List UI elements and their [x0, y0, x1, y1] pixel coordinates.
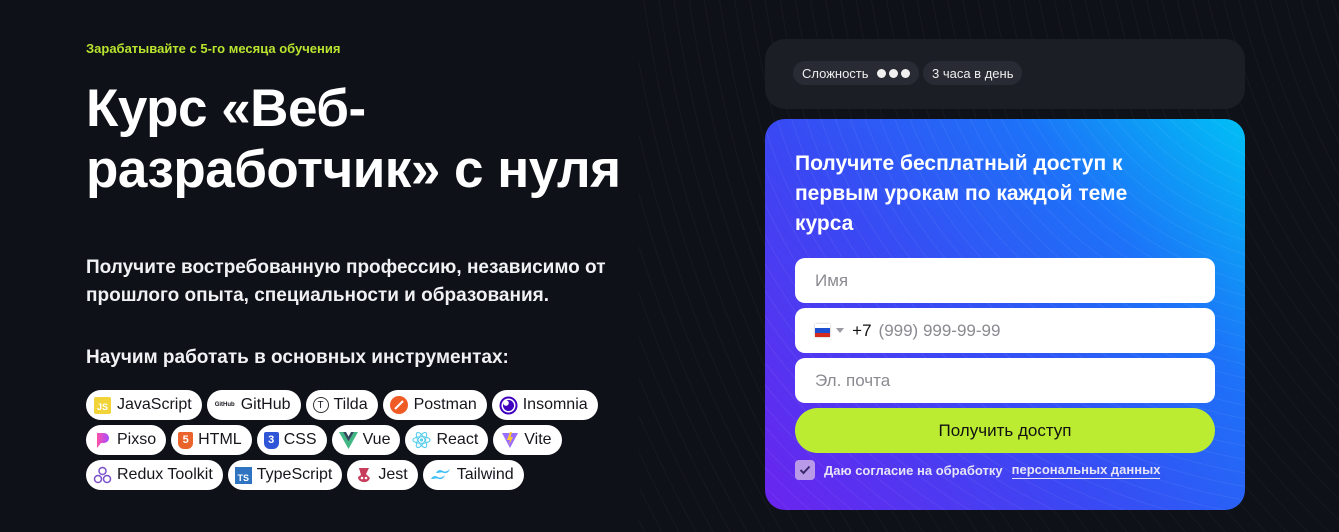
tool-chip-redux: Redux Toolkit — [86, 460, 223, 490]
react-icon — [412, 431, 432, 450]
tool-label: React — [436, 431, 479, 448]
tools-row: Pixso 5 HTML 3 CSS Vue React Vite — [86, 425, 646, 455]
schedule-label: 3 часа в день — [932, 65, 1014, 81]
svg-text:JS: JS — [97, 402, 108, 412]
tool-label: Tailwind — [456, 466, 514, 483]
difficulty-label: Сложность — [802, 65, 869, 81]
email-field[interactable] — [795, 358, 1215, 403]
jest-icon — [354, 466, 373, 485]
github-icon: GitHub — [214, 402, 235, 408]
tool-label: GitHub — [240, 396, 291, 413]
hero-lead: Получите востребованную профессию, незав… — [86, 257, 606, 306]
tool-chip-insomnia: Insomnia — [491, 390, 598, 420]
tool-label: Redux Toolkit — [117, 466, 213, 483]
form-title: Получите бесплатный доступ к первым урок… — [795, 152, 1128, 235]
email-input[interactable] — [815, 370, 1215, 391]
tool-label: TypeScript — [256, 466, 333, 483]
tool-chip-tailwind: Tailwind — [422, 460, 524, 490]
tool-label: JavaScript — [117, 396, 192, 413]
tool-chip-html: 5 HTML — [171, 425, 252, 455]
tools-list: JS JavaScript GitHub GitHub T Tilda Post… — [86, 390, 646, 495]
tool-label: Postman — [413, 396, 477, 413]
course-info-card: Сложность 3 часа в день — [765, 39, 1245, 109]
tool-chip-pixso: Pixso — [86, 425, 167, 455]
tools-title: Научим работать в основных инструментах: — [86, 347, 509, 368]
postman-icon — [390, 396, 409, 415]
difficulty-badge: Сложность — [793, 61, 919, 85]
pixso-icon — [93, 431, 112, 450]
tilda-icon: T — [312, 397, 329, 413]
redux-icon — [93, 466, 112, 485]
checkmark-icon — [799, 465, 811, 475]
tool-label: Tilda — [333, 396, 368, 413]
personal-data-link[interactable]: персональных данных — [1011, 462, 1161, 479]
tool-chip-jest: Jest — [347, 460, 418, 490]
tool-label: Jest — [378, 466, 408, 483]
schedule-badge: 3 часа в день — [923, 61, 1023, 85]
tool-label: Vue — [362, 431, 391, 448]
signup-form: Получите бесплатный доступ к первым урок… — [765, 119, 1245, 510]
javascript-icon: JS — [93, 396, 112, 415]
tools-row: JS JavaScript GitHub GitHub T Tilda Post… — [86, 390, 646, 420]
css3-icon: 3 — [263, 431, 279, 449]
page-title: Курс «Веб-разработчик» с нуля — [86, 79, 621, 199]
hero-eyebrow: Зарабатывайте с 5-го месяца обучения — [86, 41, 341, 56]
tool-chip-github: GitHub GitHub — [206, 390, 301, 420]
vue-icon — [338, 431, 358, 450]
consent-row: Даю согласие на обработку персональных д… — [795, 460, 1161, 480]
html5-icon: 5 — [178, 431, 194, 449]
difficulty-dot — [876, 68, 886, 78]
submit-button[interactable]: Получить доступ — [795, 408, 1215, 453]
tool-chip-css: 3 CSS — [256, 425, 327, 455]
tool-label: Pixso — [117, 431, 157, 448]
tool-chip-javascript: JS JavaScript — [86, 390, 202, 420]
tool-chip-react: React — [405, 425, 489, 455]
phone-input[interactable] — [878, 320, 1215, 341]
difficulty-dot — [900, 68, 910, 78]
name-input[interactable] — [815, 270, 1215, 291]
tool-chip-postman: Postman — [382, 390, 487, 420]
insomnia-icon — [499, 396, 518, 415]
tool-label: HTML — [198, 431, 242, 448]
phone-field[interactable]: +7 — [795, 308, 1215, 353]
tailwind-icon — [430, 466, 452, 485]
tool-chip-typescript: TS TypeScript — [227, 460, 343, 490]
tools-row: Redux Toolkit TS TypeScript Jest Tailwin… — [86, 460, 646, 490]
chevron-down-icon[interactable] — [836, 328, 845, 333]
tool-label: Insomnia — [522, 396, 588, 413]
tool-chip-vite: Vite — [493, 425, 562, 455]
tool-label: Vite — [524, 431, 552, 448]
difficulty-dot — [888, 68, 898, 78]
tool-chip-tilda: T Tilda — [305, 390, 378, 420]
consent-checkbox[interactable] — [795, 460, 815, 480]
vite-icon — [500, 431, 519, 450]
name-field[interactable] — [795, 258, 1215, 303]
tool-chip-vue: Vue — [331, 425, 401, 455]
consent-text: Даю согласие на обработку — [824, 462, 1003, 478]
tool-label: CSS — [283, 431, 317, 448]
typescript-icon: TS — [234, 466, 252, 484]
difficulty-dots — [876, 68, 910, 78]
phone-country-code: +7 — [852, 320, 872, 340]
russia-flag-icon[interactable] — [815, 324, 831, 337]
